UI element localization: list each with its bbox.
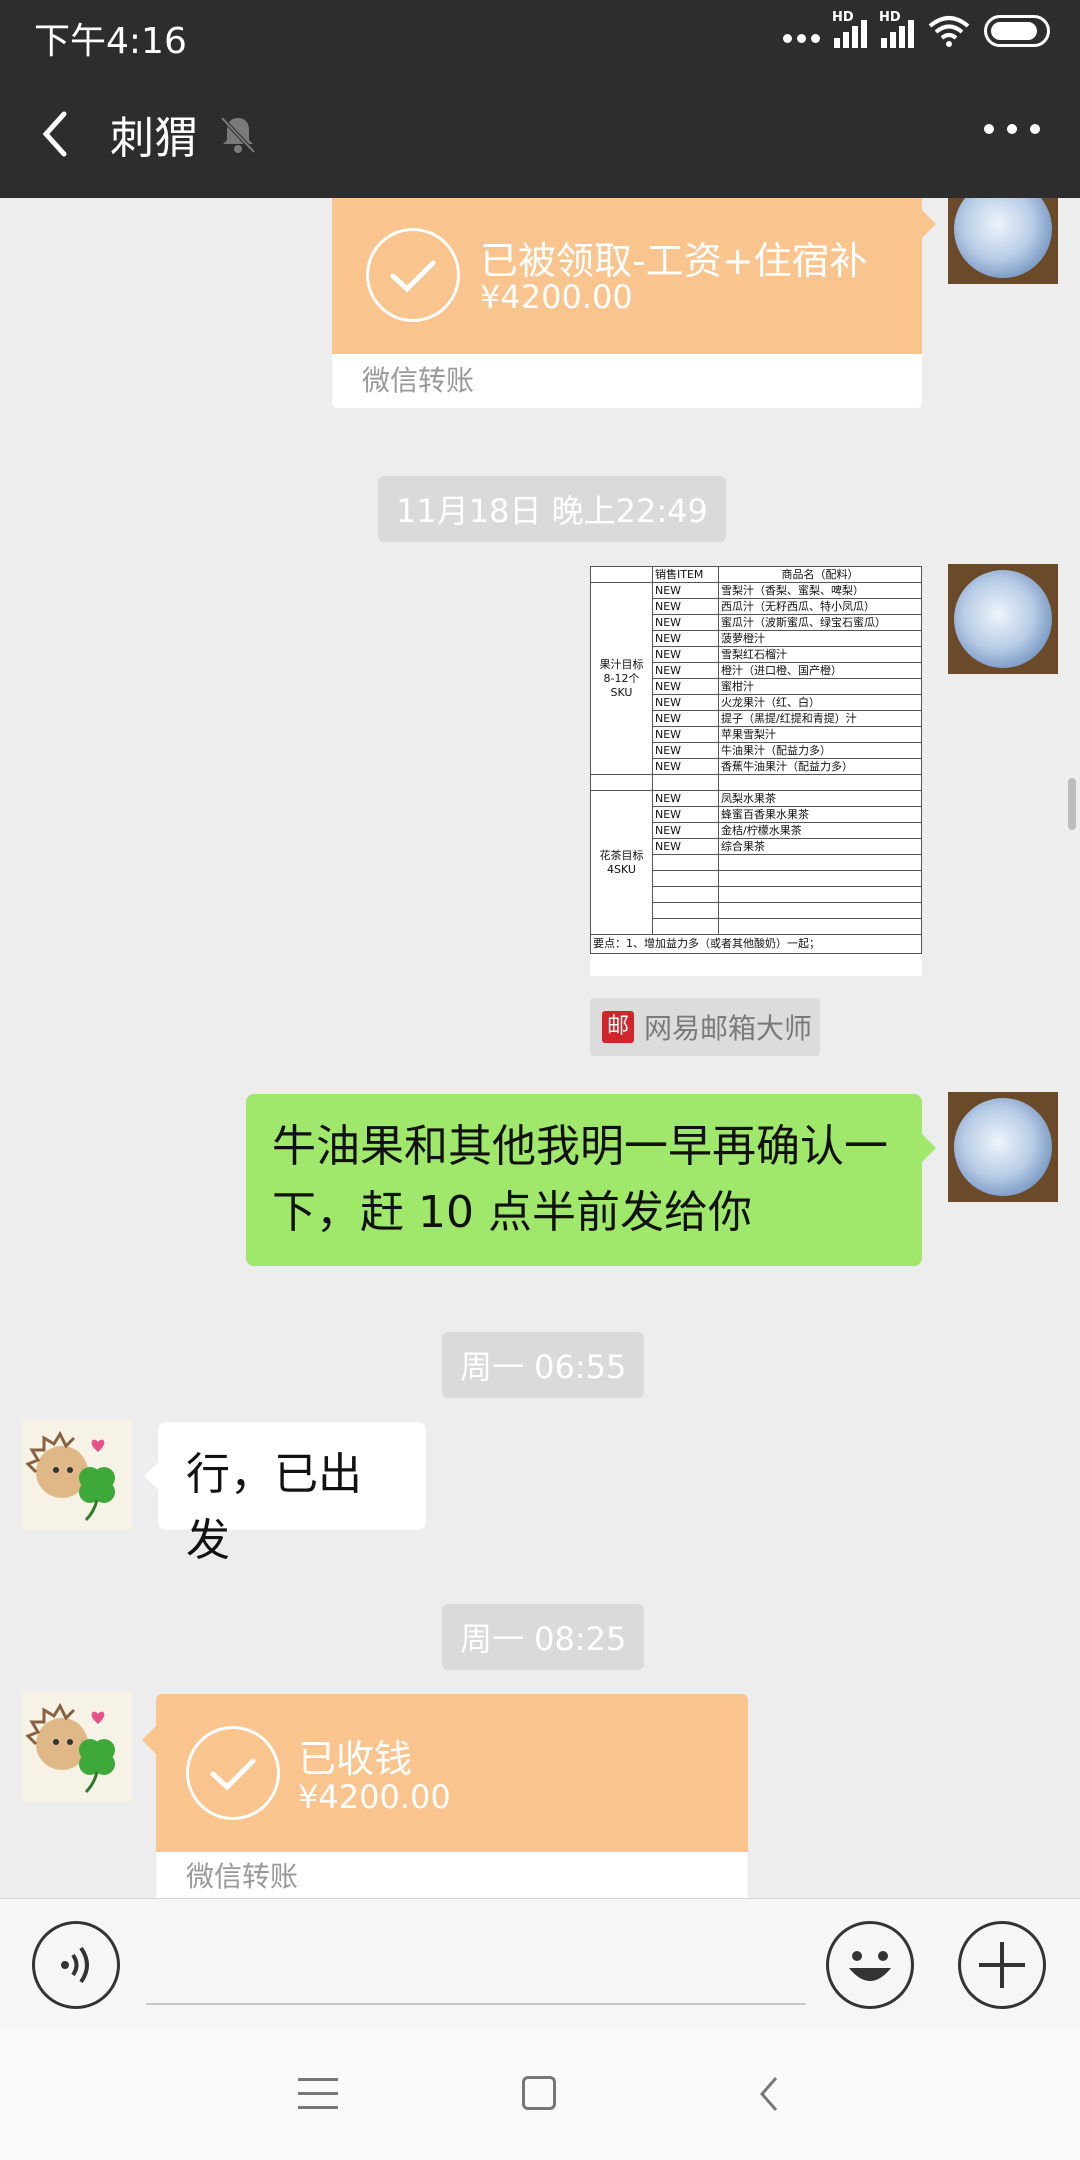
transfer-title: 已收钱: [298, 1737, 413, 1781]
message-text: 牛油果和其他我明一早再确认一下，赶 10 点半前发给你: [272, 1121, 888, 1238]
plus-icon[interactable]: [958, 1921, 1046, 2009]
timestamp: 周一 06:55: [442, 1332, 645, 1398]
chat-title: 刺猬: [110, 113, 198, 164]
avatar-friend[interactable]: [22, 1420, 132, 1530]
transfer-amount: ¥4200.00: [298, 1778, 451, 1816]
message-bubble-friend[interactable]: 行，已出发: [144, 1422, 426, 1566]
transfer-footer: 微信转账: [156, 1852, 748, 1898]
hedgehog-clover-icon: [25, 1430, 115, 1522]
mail-source-label: 网易邮箱大师: [644, 1012, 813, 1045]
timestamp: 11月18日 晚上22:49: [378, 476, 726, 542]
home-icon[interactable]: [522, 2076, 556, 2110]
chat-header: 刺猬: [0, 70, 1080, 198]
hedgehog-clover-icon: [25, 1702, 115, 1794]
avatar-me[interactable]: [948, 564, 1058, 674]
netease-mail-logo-icon: 邮: [602, 1011, 634, 1043]
check-circle-icon: [186, 1726, 280, 1820]
bell-muted-icon: [220, 116, 256, 154]
status-bar: 下午4:16 HD HD: [0, 0, 1080, 70]
transfer-footer: 微信转账: [332, 354, 922, 408]
check-circle-icon: [366, 228, 460, 322]
status-icons: HD HD: [783, 10, 1050, 48]
sheet-group-juice: 果汁目标 8-12个 SKU: [590, 582, 653, 775]
back-icon[interactable]: [754, 2074, 784, 2114]
chat-area[interactable]: 已被领取-工资+住宿补 ¥4200.00 微信转账 11月18日 晚上22:49…: [0, 198, 1080, 1898]
notification-dots-icon: [783, 33, 820, 43]
sheet-note: 要点：1、增加益力多（或者其他酸奶）一起；: [590, 934, 922, 954]
voice-icon[interactable]: [32, 1921, 120, 2009]
transfer-card-received[interactable]: 已被领取-工资+住宿补 ¥4200.00 微信转账: [332, 198, 936, 408]
scrollbar-thumb[interactable]: [1068, 778, 1076, 830]
transfer-title: 已被领取-工资+住宿补: [480, 239, 868, 283]
avatar-me[interactable]: [948, 198, 1058, 284]
sheet-group-tea: 花茶目标 4SKU: [590, 790, 653, 935]
menu-icon[interactable]: [298, 2078, 338, 2114]
message-input[interactable]: [146, 1919, 806, 2005]
timestamp: 周一 08:25: [442, 1604, 645, 1670]
transfer-amount: ¥4200.00: [480, 278, 633, 316]
mail-source-tag[interactable]: 邮 网易邮箱大师: [590, 998, 820, 1056]
more-dots-icon[interactable]: [984, 124, 1040, 134]
wifi-icon: [928, 16, 970, 47]
message-text: 行，已出发: [186, 1449, 362, 1566]
transfer-card-collected[interactable]: 已收钱 ¥4200.00 微信转账: [142, 1694, 748, 1898]
battery-icon: [984, 15, 1050, 47]
emoji-icon[interactable]: [826, 1921, 914, 2009]
input-bar: [0, 1898, 1080, 2030]
system-nav-bar: [0, 2030, 1080, 2160]
avatar-me[interactable]: [948, 1092, 1058, 1202]
signal-icon: HD: [832, 10, 867, 48]
avatar-friend[interactable]: [22, 1692, 132, 1802]
signal-icon-2: HD: [879, 10, 914, 48]
message-bubble-me[interactable]: 牛油果和其他我明一早再确认一下，赶 10 点半前发给你: [246, 1094, 936, 1266]
chevron-left-icon[interactable]: [30, 102, 90, 166]
status-time: 下午4:16: [34, 21, 187, 62]
spreadsheet-image[interactable]: 销售ITEM 商品名（配料） 果汁目标 8-12个 SKU NEW 雪梨汁（香梨、…: [590, 566, 922, 976]
